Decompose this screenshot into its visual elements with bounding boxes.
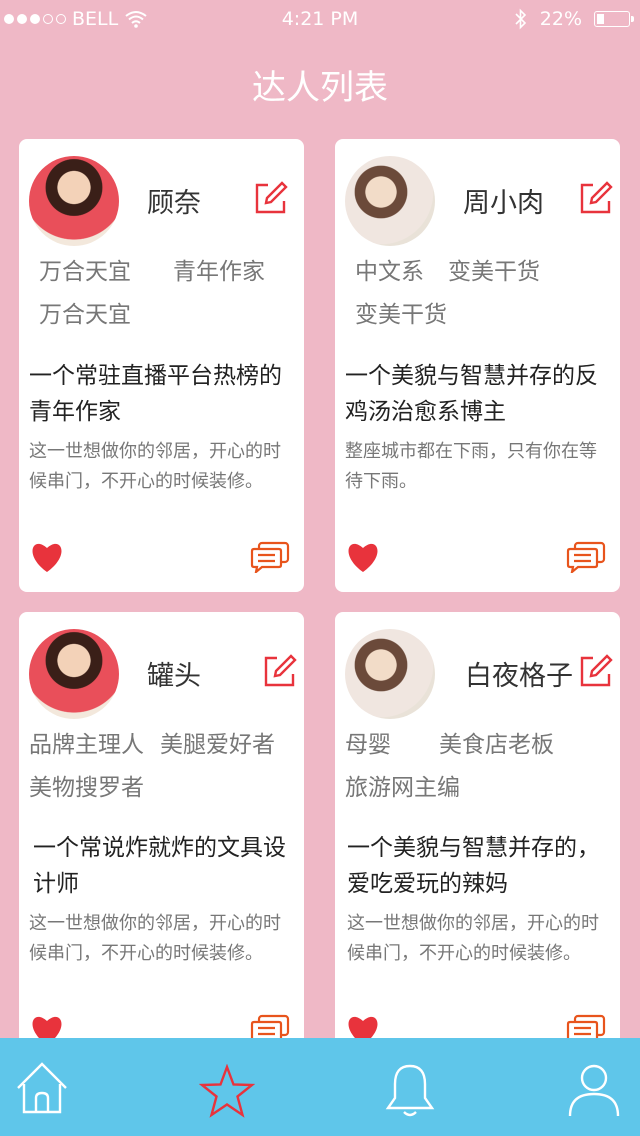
expert-name: 白夜格子 <box>465 661 573 692</box>
bell-icon[interactable] <box>382 1062 438 1118</box>
user-icon[interactable] <box>566 1062 622 1118</box>
expert-name: 罐头 <box>147 661 201 692</box>
tag: 美物搜罗者 <box>29 775 144 801</box>
tag: 母婴 <box>345 732 391 758</box>
star-icon[interactable] <box>199 1064 255 1120</box>
page-title: 达人列表 <box>252 68 388 108</box>
heart-icon[interactable] <box>345 541 381 573</box>
status-right: 22% <box>514 8 634 30</box>
home-icon[interactable] <box>14 1060 70 1116</box>
tag: 万合天宜 <box>39 302 131 328</box>
expert-card[interactable]: 周小肉 中文系 变美干货 变美干货 一个美貌与智慧并存的反鸡汤治愈系博主 整座城… <box>335 139 620 592</box>
tag-list: 品牌主理人 美腿爱好者 美物搜罗者 <box>29 730 299 804</box>
tag: 旅游网主编 <box>345 775 460 801</box>
tag-list: 母婴 美食店老板 旅游网主编 <box>345 730 615 804</box>
tag: 中文系 <box>355 259 424 285</box>
expert-name: 顾奈 <box>147 188 201 219</box>
headline: 一个常说炸就炸的文具设计师 <box>33 835 286 897</box>
headline: 一个美貌与智慧并存的反鸡汤治愈系博主 <box>345 363 598 425</box>
tag: 变美干货 <box>355 302 447 328</box>
avatar[interactable] <box>345 156 435 246</box>
edit-icon[interactable] <box>254 181 288 215</box>
headline: 一个美貌与智慧并存的，爱吃爱玩的辣妈 <box>347 835 600 897</box>
tag-list: 中文系 变美干货 变美干货 <box>347 257 617 331</box>
description: 这一世想做你的邻居，开心的时候串门，不开心的时候装修。 <box>29 441 281 492</box>
heart-icon[interactable] <box>29 541 65 573</box>
tag: 青年作家 <box>173 259 265 285</box>
battery-icon <box>594 11 634 27</box>
tag: 变美干货 <box>448 259 540 285</box>
description: 整座城市都在下雨，只有你在等待下雨。 <box>345 441 597 492</box>
edit-icon[interactable] <box>579 181 613 215</box>
expert-card[interactable]: 白夜格子 母婴 美食店老板 旅游网主编 一个美貌与智慧并存的，爱吃爱玩的辣妈 这… <box>335 612 620 1052</box>
description: 这一世想做你的邻居，开心的时候串门，不开心的时候装修。 <box>347 913 599 964</box>
avatar[interactable] <box>345 629 435 719</box>
edit-icon[interactable] <box>579 654 613 688</box>
tag: 美腿爱好者 <box>160 732 275 758</box>
headline: 一个常驻直播平台热榜的青年作家 <box>29 363 282 425</box>
expert-card[interactable]: 罐头 品牌主理人 美腿爱好者 美物搜罗者 一个常说炸就炸的文具设计师 这一世想做… <box>19 612 304 1052</box>
status-bar: BELL 4:21 PM 22% <box>0 0 640 40</box>
avatar[interactable] <box>29 156 119 246</box>
tab-bar <box>0 1038 640 1136</box>
expert-name: 周小肉 <box>463 188 544 219</box>
tag: 美食店老板 <box>439 732 554 758</box>
tag: 品牌主理人 <box>29 732 144 758</box>
edit-icon[interactable] <box>263 654 297 688</box>
comment-icon[interactable] <box>250 541 290 573</box>
battery-percent: 22% <box>539 8 582 30</box>
description: 这一世想做你的邻居，开心的时候串门，不开心的时候装修。 <box>29 913 281 964</box>
tag-list: 万合天宜 青年作家 万合天宜 <box>31 257 301 331</box>
avatar[interactable] <box>29 629 119 719</box>
comment-icon[interactable] <box>566 541 606 573</box>
expert-card[interactable]: 顾奈 万合天宜 青年作家 万合天宜 一个常驻直播平台热榜的青年作家 这一世想做你… <box>19 139 304 592</box>
tag: 万合天宜 <box>39 259 131 285</box>
bluetooth-icon <box>515 8 526 30</box>
